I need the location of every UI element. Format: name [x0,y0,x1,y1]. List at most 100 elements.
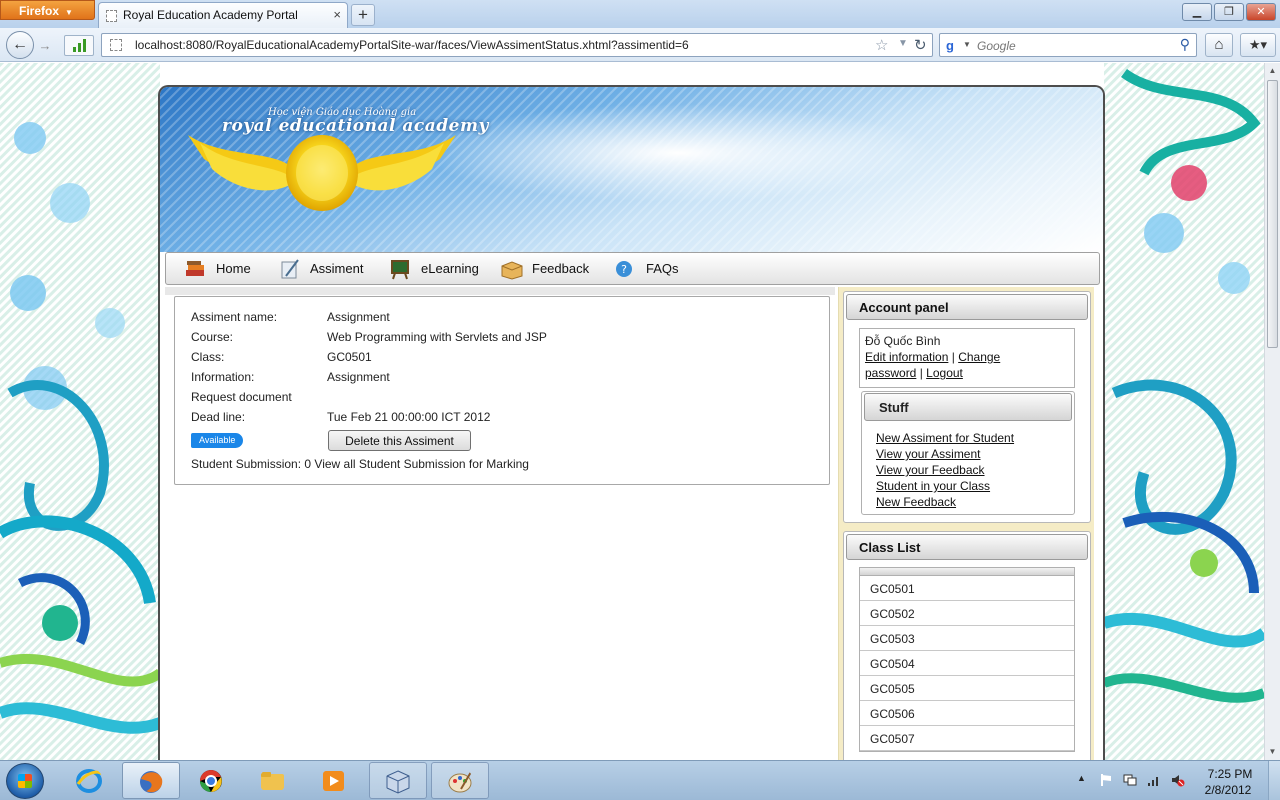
students-in-class-link[interactable]: Student in your Class [876,478,1014,494]
deadline-value: Tue Feb 21 00:00:00 ICT 2012 [327,410,491,424]
volume-muted-icon[interactable] [1171,773,1185,787]
browser-tab[interactable]: Royal Education Academy Portal × [98,2,348,28]
url-text[interactable]: localhost:8080/RoyalEducationalAcademyPo… [135,38,689,52]
chrome-icon [200,770,222,792]
menu-item-faqs[interactable]: ? FAQs [614,253,679,284]
assiment-name-value: Assignment [327,310,390,324]
signal-bars-icon[interactable] [64,35,94,56]
pen-paper-icon [278,258,302,280]
change-password-link-continued[interactable]: password [865,366,916,380]
menu-item-home[interactable]: Home [184,253,251,284]
caret-down-icon: ▼ [65,8,73,17]
bookmarks-menu-icon[interactable]: ★▾ [1240,33,1276,57]
scroll-down-arrow-icon[interactable]: ▼ [1265,744,1280,760]
content-strip [165,287,835,295]
reload-icon[interactable]: ↻ [914,36,927,54]
forward-arrow-icon[interactable]: → [35,36,55,55]
search-input[interactable]: Google [977,39,1016,53]
view-feedback-link[interactable]: View your Feedback [876,462,1014,478]
close-window-button[interactable]: ✕ [1246,3,1276,21]
class-list-table: GC0501 GC0502 GC0503 GC0504 GC0505 GC050… [859,567,1075,752]
student-submission-link[interactable]: Student Submission: 0 View all Student S… [191,457,529,471]
show-hidden-icons-icon[interactable]: ▲ [1077,773,1086,783]
change-password-link[interactable]: Change [958,350,1000,364]
bookmark-star-icon[interactable]: ☆ [875,36,888,54]
box-icon [500,258,524,280]
signal-strength-icon[interactable] [1147,773,1161,787]
class-list-item[interactable]: GC0503 [860,626,1074,651]
windows-taskbar: ▲ 7:25 PM 2/8/2012 [0,760,1280,800]
show-desktop-button[interactable] [1268,761,1280,800]
menu-item-assiment[interactable]: Assiment [278,253,363,284]
menu-item-elearning[interactable]: eLearning [389,253,479,284]
scroll-thumb[interactable] [1267,80,1278,348]
engine-dropdown-icon[interactable]: ▼ [963,40,971,49]
restore-button[interactable]: ❐ [1214,3,1244,21]
menu-label: eLearning [421,261,479,276]
class-list-item[interactable]: GC0506 [860,701,1074,726]
view-assiment-link[interactable]: View your Assiment [876,446,1014,462]
action-center-flag-icon[interactable] [1099,773,1113,787]
account-links-line-1: Edit information | Change [865,349,1069,365]
class-value: GC0501 [327,350,372,364]
menu-label: Home [216,261,251,276]
edit-information-link[interactable]: Edit information [865,350,948,364]
class-list-item[interactable]: GC0505 [860,676,1074,701]
menu-item-feedback[interactable]: Feedback [500,253,589,284]
new-assiment-link[interactable]: New Assiment for Student [876,430,1014,446]
cube-icon [386,770,410,794]
firefox-icon [140,771,163,793]
scroll-up-arrow-icon[interactable]: ▲ [1265,63,1280,79]
delete-assiment-button[interactable]: Delete this Assiment [328,430,471,451]
page-scrollbar[interactable]: ▲ ▼ [1264,63,1280,760]
course-value: Web Programming with Servlets and JSP [327,330,547,344]
paint-palette-icon [448,771,472,793]
account-panel-title: Account panel [846,294,1088,320]
home-icon[interactable]: ⌂ [1205,33,1233,57]
class-list-item[interactable]: GC0502 [860,601,1074,626]
menu-label: Feedback [532,261,590,276]
firefox-menu-button[interactable]: Firefox ▼ [0,0,95,20]
tab-title: Royal Education Academy Portal [123,8,298,22]
account-links-line-2: password | Logout [865,365,1069,381]
network-icon[interactable] [1123,773,1137,787]
taskbar-paint[interactable] [431,762,489,799]
site-identity-icon[interactable] [110,39,122,51]
taskbar-media-player[interactable] [305,762,363,799]
clock-date[interactable]: 2/8/2012 [1196,783,1260,797]
new-tab-button[interactable]: + [351,4,375,26]
taskbar-firefox[interactable] [122,762,180,799]
class-list-title: Class List [846,534,1088,560]
google-icon[interactable]: g [946,38,954,53]
url-bar[interactable]: localhost:8080/RoyalEducationalAcademyPo… [101,33,933,57]
class-list-item[interactable]: GC0507 [860,726,1074,751]
back-arrow-icon[interactable]: ← [6,31,34,59]
taskbar-virtualbox[interactable] [369,762,427,799]
help-icon: ? [614,258,638,280]
minimize-button[interactable]: ▁ [1182,3,1212,21]
taskbar-explorer[interactable] [244,762,302,799]
account-info-box: Đỗ Quốc Bình Edit information | Change p… [859,328,1075,388]
stuff-panel-title: Stuff [864,393,1072,421]
history-dropdown-icon[interactable]: ▼ [898,38,908,49]
information-value: Assignment [327,370,390,384]
taskbar-internet-explorer[interactable] [61,762,119,799]
class-list-item[interactable]: GC0504 [860,651,1074,676]
link-separator: | [951,350,955,364]
search-bar[interactable]: g ▼ Google ⚲ [939,33,1197,57]
decorative-background-right [1104,63,1264,760]
class-list-item[interactable]: GC0501 [860,576,1074,601]
menu-label: Assiment [310,261,364,276]
internet-explorer-icon [76,769,103,793]
clock-time[interactable]: 7:25 PM [1200,767,1260,781]
window-titlebar: Firefox ▼ Royal Education Academy Portal … [0,0,1280,28]
request-document-link[interactable]: Request document [191,390,292,404]
media-player-icon [323,771,344,791]
taskbar-chrome[interactable] [183,762,241,799]
winged-emblem-logo [188,135,456,211]
tab-close-icon[interactable]: × [333,7,341,22]
search-icon[interactable]: ⚲ [1180,36,1190,53]
new-feedback-link[interactable]: New Feedback [876,494,1014,510]
start-button[interactable] [6,763,44,799]
logout-link[interactable]: Logout [926,366,963,380]
